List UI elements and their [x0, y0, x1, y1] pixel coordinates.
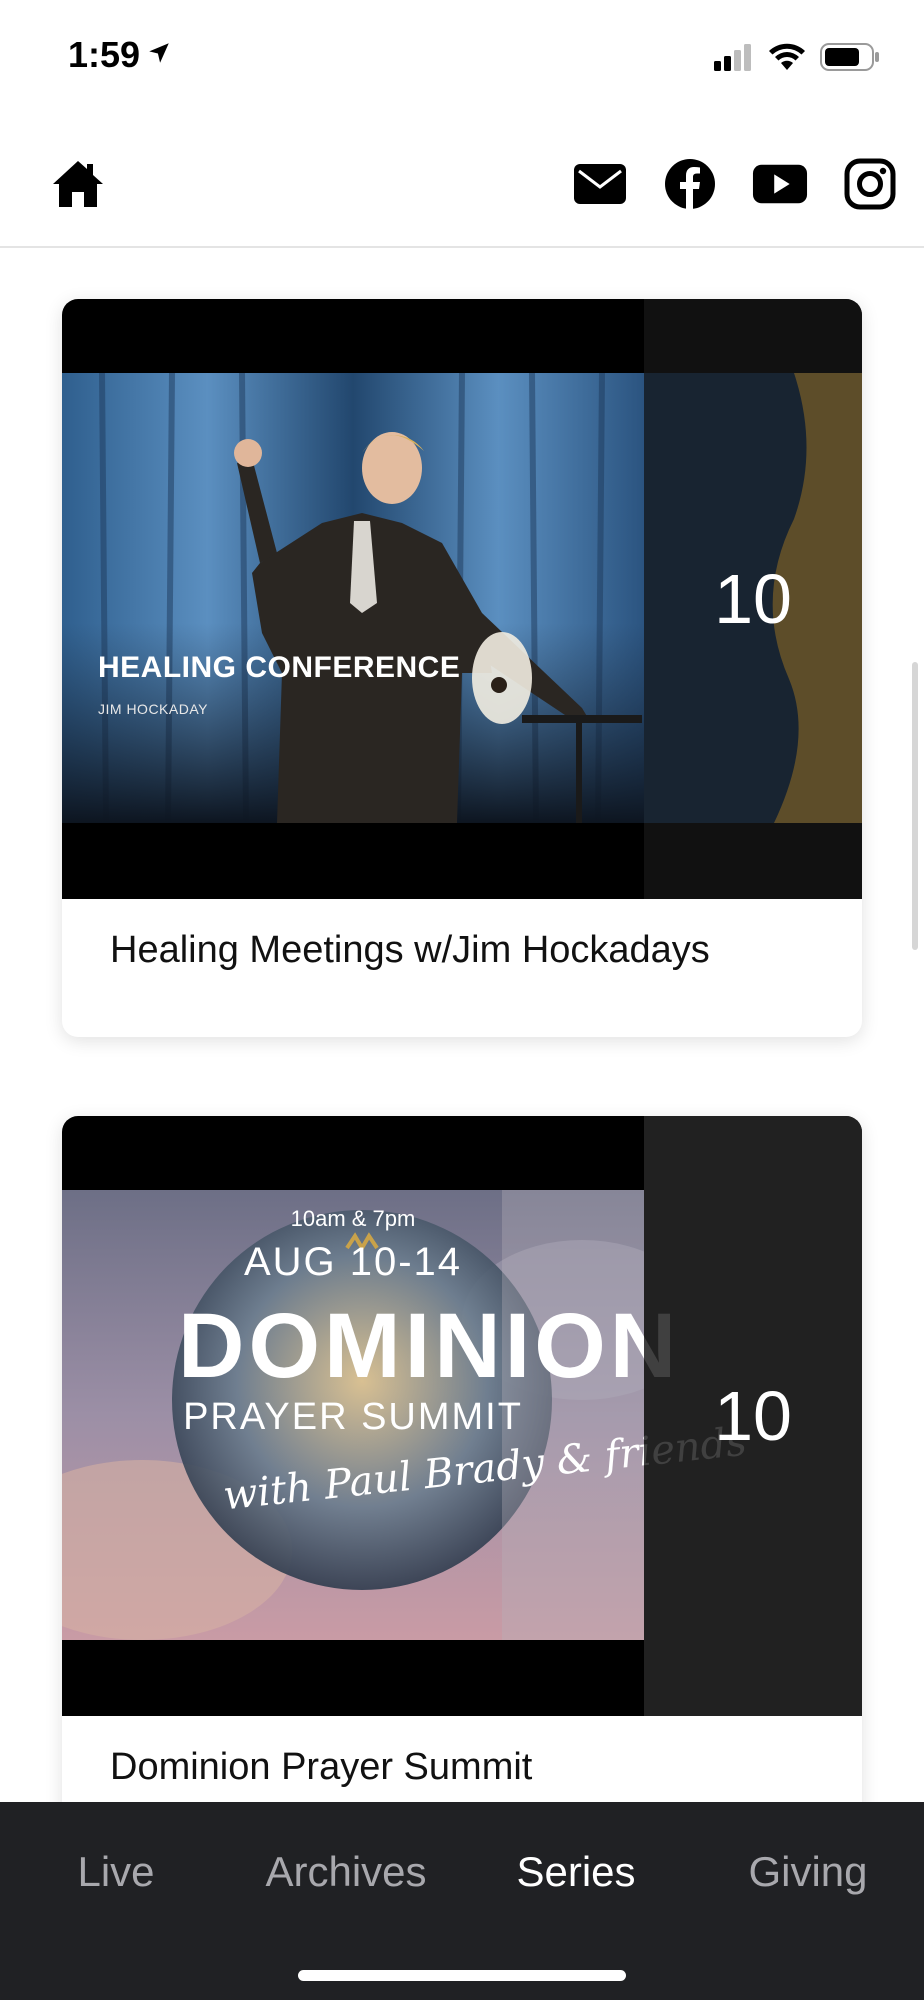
home-icon[interactable] — [50, 156, 106, 212]
instagram-icon[interactable] — [842, 156, 898, 212]
thumbnail-title: HEALING CONFERENCE — [98, 651, 461, 684]
home-indicator[interactable] — [298, 1970, 626, 1981]
tab-giving[interactable]: Giving — [728, 1848, 888, 1904]
tab-archives[interactable]: Archives — [246, 1848, 446, 1904]
thumbnail-date: AUG 10-14 — [243, 1240, 463, 1284]
episode-count: 10 — [714, 560, 792, 638]
tab-live[interactable]: Live — [42, 1848, 190, 1904]
cellular-signal-icon — [714, 43, 754, 76]
app-header — [0, 120, 924, 248]
tab-series[interactable]: Series — [496, 1848, 656, 1904]
healing-conference-image — [62, 373, 644, 823]
wifi-icon — [768, 43, 806, 76]
thumbnail-subtitle: JIM HOCKADAY — [98, 701, 208, 717]
thumbnail-subtitle: PRAYER SUMMIT — [183, 1396, 523, 1438]
battery-icon — [820, 42, 880, 77]
series-title[interactable]: Dominion Prayer Summit — [62, 1716, 862, 1802]
series-thumbnail[interactable]: HEALING CONFERENCE JIM HOCKADAY 10 — [62, 299, 862, 899]
scroll-indicator[interactable] — [912, 662, 918, 950]
episode-count: 10 — [714, 1377, 792, 1455]
thumbnail-title: DOMINION — [178, 1295, 681, 1397]
facebook-icon[interactable] — [662, 156, 718, 212]
status-icons — [714, 42, 880, 77]
series-card[interactable]: HEALING CONFERENCE JIM HOCKADAY 10 Heali… — [62, 299, 862, 1037]
thumbnail-time: 10am & 7pm — [290, 1206, 416, 1231]
youtube-icon[interactable] — [752, 156, 808, 212]
mail-icon[interactable] — [572, 156, 628, 212]
series-thumbnail[interactable]: 10am & 7pm AUG 10-14 DOMINION PRAYER SUM… — [62, 1116, 862, 1716]
series-card[interactable]: 10am & 7pm AUG 10-14 DOMINION PRAYER SUM… — [62, 1116, 862, 1802]
series-list[interactable]: HEALING CONFERENCE JIM HOCKADAY 10 Heali… — [0, 250, 924, 1802]
status-time-group: 1:59 — [68, 34, 172, 76]
status-time: 1:59 — [68, 34, 141, 75]
status-bar: 1:59 — [0, 0, 924, 120]
series-title[interactable]: Healing Meetings w/Jim Hockadays — [62, 899, 862, 1037]
location-arrow-icon — [146, 40, 172, 71]
